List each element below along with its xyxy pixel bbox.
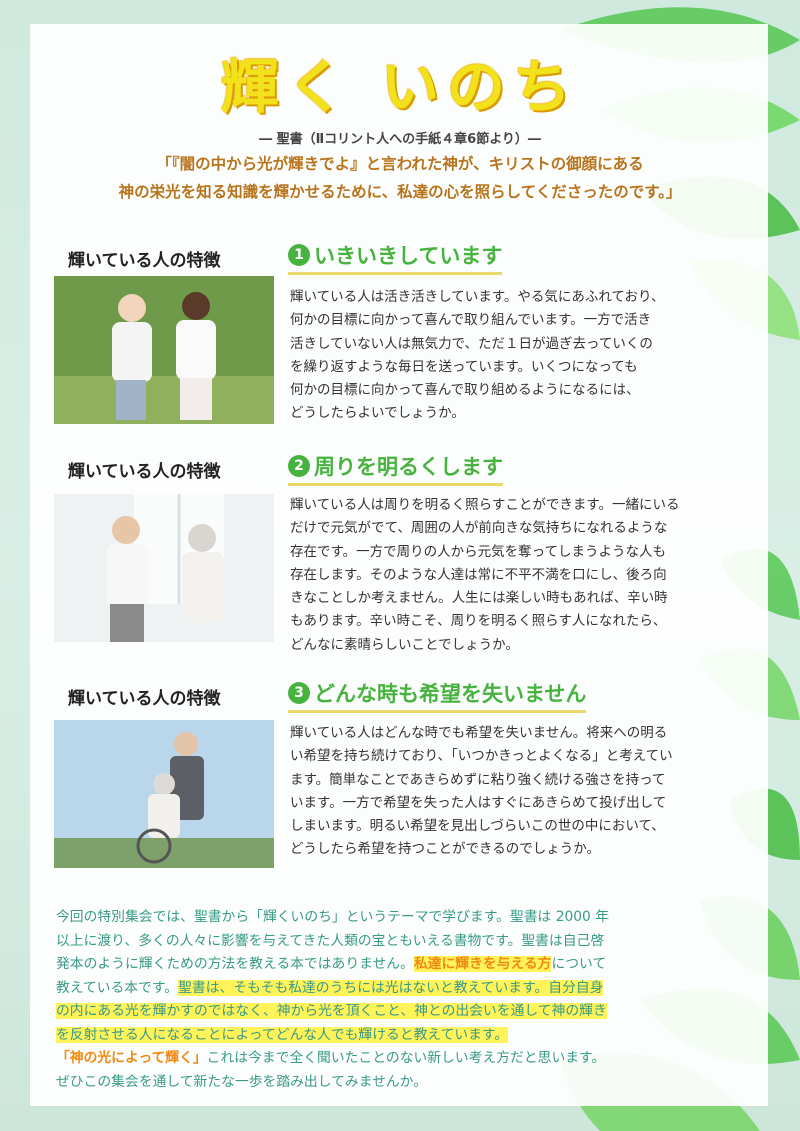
feature-label: 輝いている人の特徴 [68,251,221,271]
text-line: 今回の特別集会では、聖書から「輝くいのち」というテーマで学びます。聖書は 200… [56,909,609,925]
wheelchair-couple-photo [54,720,274,868]
highlight-text: を反射させる人になることによってどんな人でも輝けると教えています。 [56,1026,509,1043]
section-heading: 3 どんな時も希望を失いません [288,678,587,713]
section-body: 輝いている人は周りを明るく照らすことができます。一緒にいる だけで元気がでて、周… [290,494,740,657]
feature-label: 輝いている人の特徴 [68,689,221,709]
smiling-couple-photo [54,494,274,642]
text-line: 教えている本です。聖書は、そもそも私達のうちには光はないと教えています。自分自身 [56,977,728,1001]
text-line: どうしたらよいでしょうか。 [290,405,465,422]
scripture-verse: 「『闇の中から光が輝きでよ』と言われた神が、キリストの御顔にある 神の栄光を知る… [60,150,740,206]
text-line: ぜひこの集会を通して新たな一歩を踏み出してみませんか。 [56,1073,427,1090]
section-title: どんな時も希望を失いません [314,682,587,706]
jogging-couple-photo [54,276,274,424]
text-line: どうしたら希望を持つことができるのでしょうか。 [290,841,600,858]
text-span: 発本のように輝くための方法を教える本ではありません。 [56,956,414,972]
section-body: 輝いている人は活き活きしています。やる気にあふれており、 何かの目標に向かって喜… [290,286,740,426]
text-line: を繰り返すような毎日を送っています。いくつになっても [290,358,638,375]
highlight-text: 私達に輝きを与える方 [413,956,552,972]
number-badge: 2 [288,455,310,477]
text-line: 存在です。一方で周りの人から元気を奪ってしまうような人も [290,543,666,560]
text-line: 何かの目標に向かって喜んで取り組んでいます。一方で活き [290,312,652,329]
section-title: 周りを明るくします [314,455,503,479]
text-span: 教えている本です。 [56,979,179,996]
text-line: 活きしていない人は無気力で、ただ１日が過ぎ去っていくの [290,335,653,352]
number-badge: 1 [288,244,310,266]
text-line: 何かの目標に向かって喜んで取り組めるようになるには、 [290,382,640,399]
text-line: 存在します。そのような人達は常に不平不満を口にし、後ろ向 [290,566,667,583]
section-heading: 1 いきいきしています [288,240,503,275]
text-line: 輝いている人はどんな時でも希望を失いません。将来への明る [290,725,668,741]
text-span: について [551,956,607,972]
emphasis-text: 「神の光によって輝く」 [56,1050,207,1066]
text-line: もあります。辛い時こそ、周りを明るく照らす人になれたら、 [290,613,667,630]
text-line: 「神の光によって輝く」これは今まで全く聞いたことのない新しい考え方だと思います。 [56,1047,728,1071]
page-title: 輝く いのち [220,53,580,121]
closing-paragraph: 今回の特別集会では、聖書から「輝くいのち」というテーマで学びます。聖書は 200… [56,906,728,1094]
text-line: ます。簡単なことであきらめずに粘り強く続ける強さを持って [290,771,666,788]
text-line: きなことしか考えません。人生には楽しい時もあれば、辛い時 [290,590,668,607]
verse-line: 「『闇の中から光が輝きでよ』と言われた神が、キリストの御顔にある [156,155,644,173]
text-line: い希望を持ち続けており、「いつかきっとよくなる」と考えてい [290,748,673,765]
verse-line: 神の栄光を知る知識を輝かせるために、私達の心を照らしてくださったのです。」 [118,183,682,201]
feature-label: 輝いている人の特徴 [68,462,221,482]
text-line: 輝いている人は活き活きしています。やる気にあふれており、 [290,289,665,305]
text-line: 輝いている人は周りを明るく照らすことができます。一緒にいる [290,497,680,513]
scripture-source: ― 聖書（Ⅱコリント人への手紙４章6節より）― [259,132,541,147]
section-title: いきいきしています [314,244,503,268]
highlight-text: 聖書は、そもそも私達のうちには光はないと教えています。自分自身 [178,979,604,996]
text-line: しまいます。明るい希望を見出しづらいこの世の中において、 [290,818,665,835]
section-body: 輝いている人はどんな時でも希望を失いません。将来への明る い希望を持ち続けており… [290,722,740,862]
text-line: 発本のように輝くための方法を教える本ではありません。私達に輝きを与える方について [56,953,728,977]
section-heading: 2 周りを明るくします [288,451,503,486]
text-span: これは今まで全く聞いたことのない新しい考え方だと思います。 [206,1050,606,1066]
number-badge: 3 [288,682,310,704]
text-line: います。一方で希望を失った人はすぐにあきらめて投げ出して [290,794,667,811]
text-line: の内にある光を輝かすのではなく、神から光を頂くこと、神との出会いを通して神の輝き [56,1000,728,1024]
text-line: だけで元気がでて、周囲の人が前向きな気持ちになれるような [290,520,668,537]
text-line: 以上に渡り、多くの人々に影響を与えてきた人類の宝ともいえる書物です。聖書は自己啓 [56,932,605,949]
text-line: を反射させる人になることによってどんな人でも輝けると教えています。 [56,1024,728,1048]
highlight-text: の内にある光を輝かすのではなく、神から光を頂くこと、神との出会いを通して神の輝き [56,1003,607,1019]
text-line: どんなに素晴らしいことでしょうか。 [290,636,519,653]
